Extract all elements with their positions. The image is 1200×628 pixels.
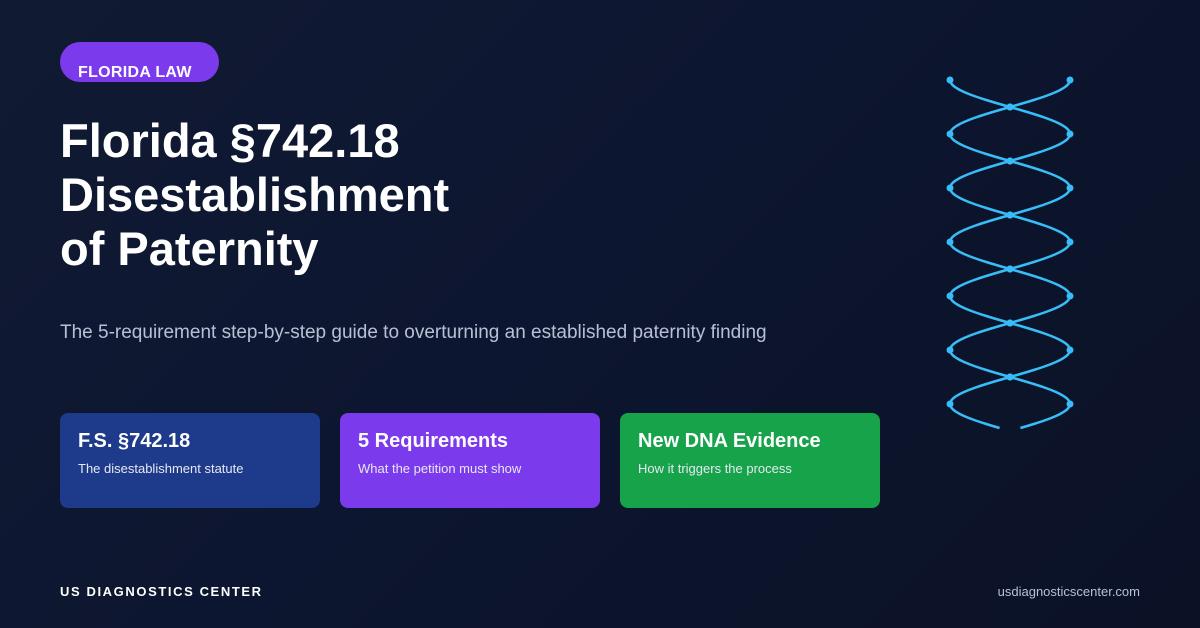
card-title: New DNA Evidence (638, 430, 821, 452)
card-description: The disestablishment statute (78, 461, 244, 476)
helix-node (1066, 400, 1074, 408)
helix-node (946, 346, 954, 354)
helix-node (1006, 103, 1014, 111)
helix-node (1066, 346, 1074, 354)
helix-node (946, 184, 954, 192)
card-title: 5 Requirements (358, 430, 509, 452)
dna-helix-icon (946, 76, 1074, 430)
card-description: What the petition must show (358, 461, 522, 476)
title-line-1: Florida §742.18 (60, 114, 400, 167)
title-line-2: Disestablishment (60, 168, 450, 221)
helix-node (1006, 319, 1014, 327)
helix-node (1006, 157, 1014, 165)
page-title: Florida §742.18 Disestablishment of Pate… (60, 114, 449, 276)
card-description: How it triggers the process (638, 461, 792, 476)
helix-node (946, 400, 954, 408)
helix-node (946, 292, 954, 300)
category-tag: FLORIDA LAW (60, 42, 219, 82)
title-line-3: of Paternity (60, 222, 319, 275)
helix-node (946, 76, 954, 84)
helix-node (946, 130, 954, 138)
helix-node (1066, 238, 1074, 246)
card-statute: F.S. §742.18 The disestablishment statut… (60, 413, 320, 508)
helix-node (1006, 373, 1014, 381)
helix-node (1066, 292, 1074, 300)
card-requirements: 5 Requirements What the petition must sh… (340, 413, 600, 508)
helix-node (946, 238, 954, 246)
banner: FLORIDA LAW Florida §742.18 Disestablish… (0, 0, 1200, 628)
card-title: F.S. §742.18 (78, 430, 191, 452)
website-url: usdiagnosticscenter.com (997, 584, 1140, 599)
helix-node (1066, 130, 1074, 138)
helix-node (1066, 184, 1074, 192)
helix-node (1006, 211, 1014, 219)
brand-name: US DIAGNOSTICS CENTER (60, 584, 263, 599)
helix-node (1006, 265, 1014, 273)
helix-node (1066, 76, 1074, 84)
subtitle: The 5-requirement step-by-step guide to … (60, 322, 767, 343)
card-dna-evidence: New DNA Evidence How it triggers the pro… (620, 413, 880, 508)
